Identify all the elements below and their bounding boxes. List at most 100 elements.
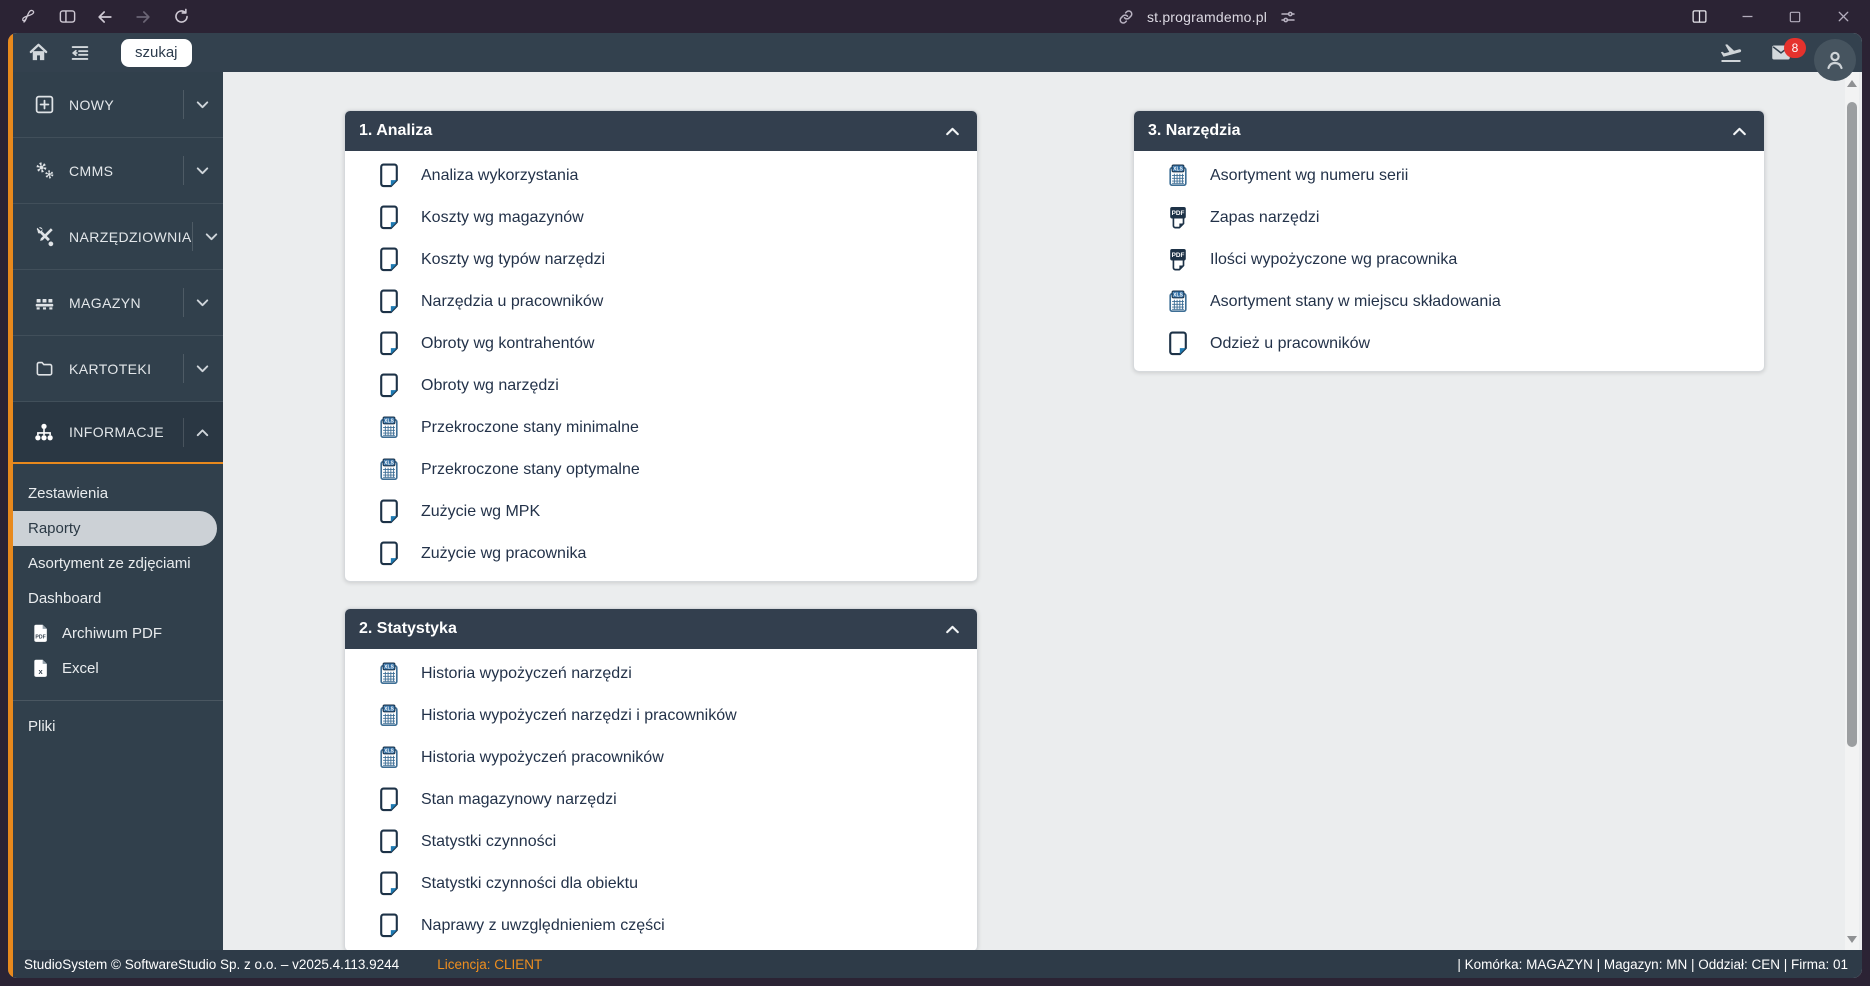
scroll-up-arrow[interactable]	[1845, 76, 1859, 90]
close-icon[interactable]	[1830, 5, 1856, 29]
report-item-label: Obroty wg narzędzi	[421, 377, 559, 395]
flight-icon[interactable]	[1714, 37, 1748, 69]
scroll-down-arrow[interactable]	[1845, 932, 1859, 946]
submenu-item-label: Asortyment ze zdjęciami	[28, 555, 191, 572]
maximize-icon[interactable]	[1782, 5, 1808, 29]
submenu-item-label: Dashboard	[28, 590, 101, 607]
chevron-down-icon[interactable]	[183, 288, 213, 317]
accent-stripe	[8, 33, 13, 978]
reload-icon[interactable]	[166, 4, 196, 30]
minimize-icon[interactable]	[1734, 5, 1760, 29]
sidebar-item-kartoteki[interactable]: KARTOTEKI	[13, 336, 223, 402]
sidebar-item-informacje[interactable]: INFORMACJE	[13, 402, 223, 464]
submenu-divider	[13, 700, 223, 701]
chevron-down-icon[interactable]	[183, 90, 213, 119]
forward-icon[interactable]	[128, 4, 158, 30]
report-item-label: Analiza wykorzystania	[421, 167, 578, 185]
report-item[interactable]: Zużycie wg MPK	[345, 491, 977, 533]
report-item[interactable]: Naprawy z uwzględnieniem części	[345, 905, 977, 947]
report-item[interactable]: PDFZapas narzędzi	[1134, 197, 1764, 239]
sidebar-item-nowy[interactable]: NOWY	[13, 72, 223, 138]
chevron-down-icon[interactable]	[183, 156, 213, 185]
report-item[interactable]: XLSAsortyment wg numeru serii	[1134, 155, 1764, 197]
submenu-item-dashboard[interactable]: Dashboard	[13, 581, 223, 616]
report-item[interactable]: XLSAsortyment stany w miejscu składowani…	[1134, 281, 1764, 323]
informacje-submenu: ZestawieniaRaporty Asortyment ze zdjęciam…	[13, 464, 223, 686]
report-item[interactable]: Obroty wg narzędzi	[345, 365, 977, 407]
chevron-up-icon[interactable]	[1731, 123, 1748, 140]
chevron-up-icon[interactable]	[944, 123, 961, 140]
svg-text:XLS: XLS	[384, 748, 394, 754]
status-license: Licencja: CLIENT	[437, 957, 542, 972]
report-item[interactable]: Odzież u pracowników	[1134, 323, 1764, 365]
report-item-label: Statystki czynności	[421, 833, 556, 851]
submenu-item-raporty[interactable]: Raporty	[13, 511, 217, 546]
sidebar-toggle-icon[interactable]	[52, 4, 82, 30]
xls-icon: XLS	[373, 745, 405, 771]
report-item[interactable]: Analiza wykorzystania	[345, 155, 977, 197]
sidebar-item-magazyn[interactable]: MAGAZYN	[13, 270, 223, 336]
chevron-up-icon[interactable]	[944, 621, 961, 638]
report-item[interactable]: Stan magazynowy narzędzi	[345, 779, 977, 821]
report-item[interactable]: Statystki czynności dla obiektu	[345, 863, 977, 905]
report-item[interactable]: PDF Ilości wypożyczone wg pracownika	[1134, 239, 1764, 281]
submenu-item-excel[interactable]: xExcel	[13, 651, 223, 686]
chevron-down-icon[interactable]	[192, 222, 222, 251]
status-version: StudioSystem © SoftwareStudio Sp. z o.o.…	[24, 957, 399, 972]
pdf-file-icon: PDF	[28, 622, 54, 645]
report-item[interactable]: XLSPrzekroczone stany minimalne	[345, 407, 977, 449]
sidebar-item-narz-dziownia[interactable]: NARZĘDZIOWNIA	[13, 204, 223, 270]
panel-statystyka-header[interactable]: 2. Statystyka	[345, 609, 977, 649]
sidebar-item-label: INFORMACJE	[69, 424, 183, 440]
sidebar: NOWYCMMSNARZĘDZIOWNIAMAGAZYN KARTOTEKI INF…	[13, 72, 223, 950]
report-item[interactable]: XLSHistoria wypożyczeń narzędzi	[345, 653, 977, 695]
user-avatar[interactable]	[1814, 39, 1856, 81]
submenu-item-asortyment-ze-zdjęciami[interactable]: Asortyment ze zdjęciami	[13, 546, 223, 581]
svg-text:XLS: XLS	[384, 418, 394, 424]
submenu-item-archiwum-pdf[interactable]: PDFArchiwum PDF	[13, 616, 223, 651]
folder-icon	[27, 359, 61, 378]
svg-text:XLS: XLS	[384, 460, 394, 466]
menu-collapse-button[interactable]	[63, 37, 97, 69]
pdf-icon: PDF	[1162, 205, 1194, 231]
report-item[interactable]: XLSHistoria wypożyczeń pracowników	[345, 737, 977, 779]
report-item[interactable]: Narzędzia u pracowników	[345, 281, 977, 323]
report-item[interactable]: Koszty wg typów narzędzi	[345, 239, 977, 281]
svg-text:PDF: PDF	[1172, 210, 1185, 217]
sidebar-item-cmms[interactable]: CMMS	[13, 138, 223, 204]
url-bar[interactable]: st.programdemo.pl	[1117, 8, 1297, 26]
report-item[interactable]: XLSHistoria wypożyczeń narzędzi i pracow…	[345, 695, 977, 737]
sidebar-item-pliki[interactable]: Pliki	[13, 709, 223, 744]
pdf-icon: PDF	[1162, 247, 1194, 273]
chevron-down-icon[interactable]	[183, 354, 213, 383]
panel-analiza: 1. Analiza Analiza wykorzystania Koszty w…	[344, 110, 978, 582]
url-text[interactable]: st.programdemo.pl	[1147, 9, 1267, 25]
report-item[interactable]: Zużycie wg pracownika	[345, 533, 977, 575]
submenu-item-zestawienia[interactable]: Zestawienia	[13, 476, 223, 511]
home-button[interactable]	[21, 37, 55, 69]
panel-title: 1. Analiza	[359, 122, 944, 140]
panel-analiza-header[interactable]: 1. Analiza	[345, 111, 977, 151]
sliders-icon[interactable]	[1279, 8, 1297, 26]
report-item-label: Ilości wypożyczone wg pracownika	[1210, 251, 1457, 269]
report-item[interactable]: Koszty wg magazynów	[345, 197, 977, 239]
chevron-up-icon[interactable]	[183, 418, 213, 447]
doc-icon	[373, 205, 405, 231]
sidebar-item-label: KARTOTEKI	[69, 361, 183, 377]
scrollbar-thumb[interactable]	[1847, 102, 1857, 747]
search-button[interactable]: szukaj	[121, 39, 192, 67]
submenu-item-label: Excel	[62, 660, 99, 677]
xls-icon: XLS	[373, 415, 405, 441]
browser-logo-icon[interactable]	[14, 4, 44, 30]
panel-narzedzia-header[interactable]: 3. Narzędzia	[1134, 111, 1764, 151]
report-item[interactable]: Obroty wg kontrahentów	[345, 323, 977, 365]
doc-icon	[373, 373, 405, 399]
doc-icon	[373, 871, 405, 897]
back-icon[interactable]	[90, 4, 120, 30]
report-item-label: Stan magazynowy narzędzi	[421, 791, 617, 809]
mail-button[interactable]: 8	[1766, 40, 1796, 66]
split-view-icon[interactable]	[1686, 5, 1712, 29]
report-item[interactable]: XLSPrzekroczone stany optymalne	[345, 449, 977, 491]
svg-text:PDF: PDF	[35, 635, 45, 641]
report-item[interactable]: Statystki czynności	[345, 821, 977, 863]
